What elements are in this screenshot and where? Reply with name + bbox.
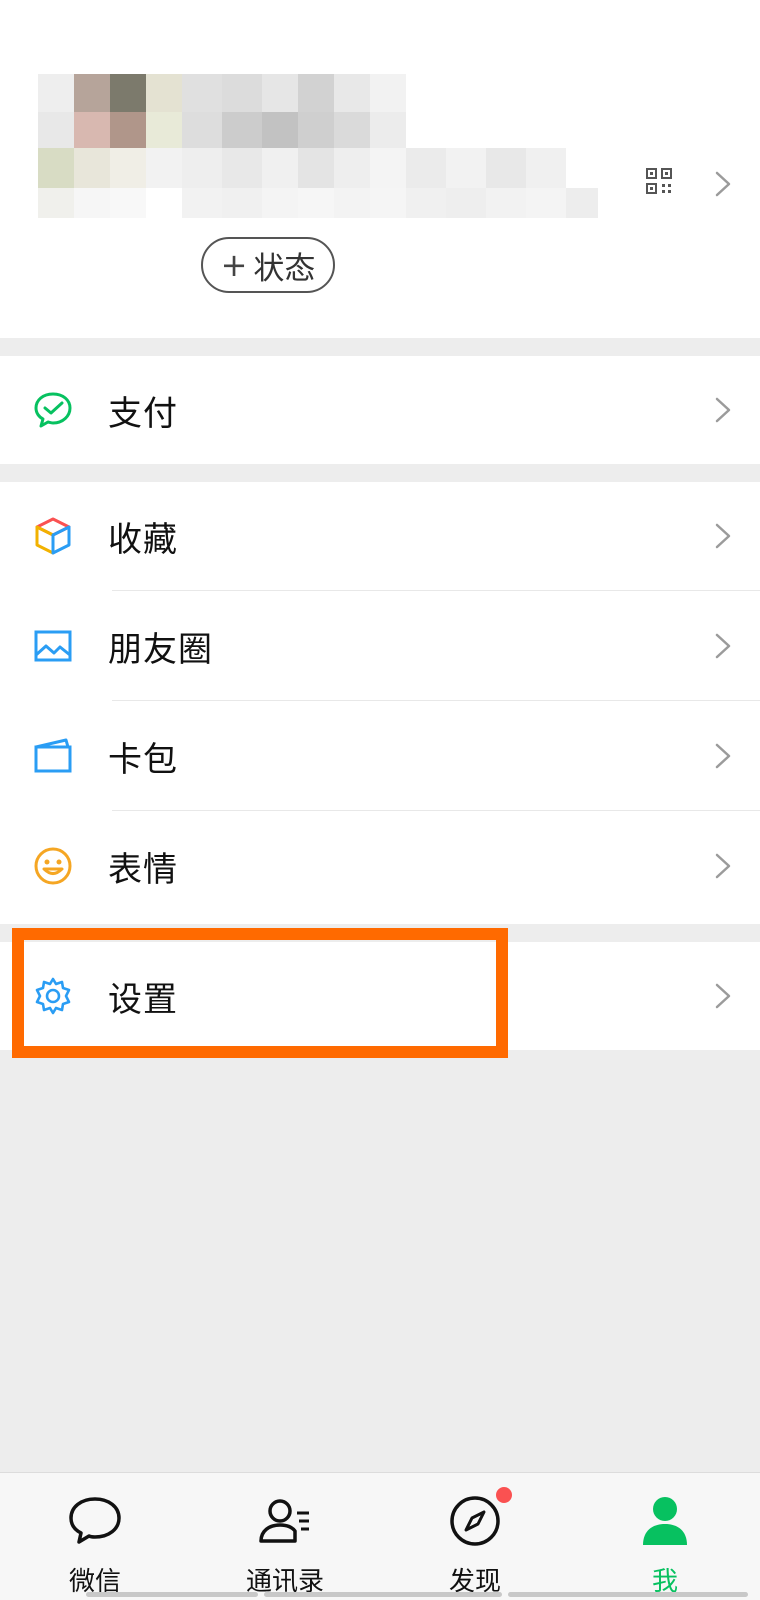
- chevron-right-icon: [714, 170, 732, 198]
- menu-item-stickers[interactable]: 表情: [0, 812, 760, 920]
- divider: [112, 810, 760, 811]
- notification-badge: [496, 1487, 512, 1503]
- cube-icon: [32, 515, 74, 557]
- chevron-right-icon: [714, 632, 732, 660]
- home-indicator: [264, 1592, 502, 1597]
- contacts-icon: [255, 1491, 315, 1551]
- chevron-right-icon: [714, 852, 732, 880]
- home-indicator: [508, 1592, 748, 1597]
- compass-icon: [445, 1491, 505, 1551]
- menu-item-cards[interactable]: 卡包: [0, 702, 760, 810]
- tab-chats[interactable]: 微信: [0, 1473, 190, 1600]
- person-icon: [635, 1491, 695, 1551]
- tab-discover[interactable]: 发现: [380, 1473, 570, 1600]
- menu-label-pay: 支付: [108, 393, 178, 434]
- add-status-button[interactable]: + 状态: [201, 237, 335, 293]
- qr-code-icon[interactable]: [646, 168, 672, 194]
- status-button-label: 状态: [253, 250, 316, 287]
- menu-item-pay[interactable]: 支付: [0, 356, 760, 464]
- chevron-right-icon: [714, 522, 732, 550]
- bottom-tab-bar: 微信 通讯录 发现 我: [0, 1472, 760, 1600]
- features-section: 收藏 朋友圈 卡包 表情: [0, 482, 760, 924]
- tab-me[interactable]: 我: [570, 1473, 760, 1600]
- menu-label-cards: 卡包: [108, 739, 178, 780]
- chevron-right-icon: [714, 982, 732, 1010]
- blurred-profile-info: [38, 74, 598, 224]
- gear-icon: [32, 975, 74, 1017]
- smiley-icon: [32, 845, 74, 887]
- profile-header[interactable]: + 状态: [0, 0, 760, 338]
- menu-item-favorites[interactable]: 收藏: [0, 482, 760, 590]
- tab-contacts[interactable]: 通讯录: [190, 1473, 380, 1600]
- photo-icon: [32, 625, 74, 667]
- pay-icon: [32, 389, 74, 431]
- menu-item-settings[interactable]: 设置: [0, 942, 760, 1050]
- plus-icon: +: [220, 246, 248, 284]
- menu-label-settings: 设置: [108, 979, 178, 1020]
- home-indicator: [86, 1592, 258, 1597]
- wallet-icon: [32, 735, 74, 777]
- settings-section: 设置: [0, 942, 760, 1050]
- chat-bubble-icon: [65, 1491, 125, 1551]
- menu-label-stickers: 表情: [108, 849, 178, 890]
- divider: [112, 590, 760, 591]
- menu-item-moments[interactable]: 朋友圈: [0, 592, 760, 700]
- chevron-right-icon: [714, 742, 732, 770]
- pay-section: 支付: [0, 356, 760, 464]
- chevron-right-icon: [714, 396, 732, 424]
- menu-label-favorites: 收藏: [108, 519, 178, 560]
- divider: [112, 700, 760, 701]
- menu-label-moments: 朋友圈: [108, 629, 213, 670]
